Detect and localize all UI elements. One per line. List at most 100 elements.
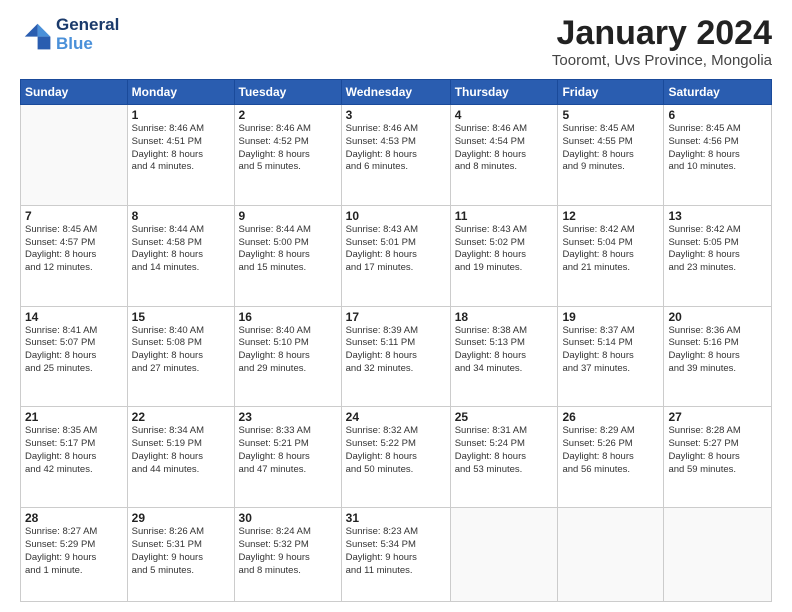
day-info: Sunrise: 8:40 AM Sunset: 5:10 PM Dayligh…: [239, 325, 337, 376]
day-info: Sunrise: 8:46 AM Sunset: 4:53 PM Dayligh…: [346, 123, 446, 174]
calendar-cell: 14Sunrise: 8:41 AM Sunset: 5:07 PM Dayli…: [21, 306, 128, 407]
day-info: Sunrise: 8:26 AM Sunset: 5:31 PM Dayligh…: [132, 526, 230, 577]
day-number: 15: [132, 310, 230, 324]
calendar-header-row: SundayMondayTuesdayWednesdayThursdayFrid…: [21, 80, 772, 105]
day-header-saturday: Saturday: [664, 80, 772, 105]
day-number: 9: [239, 209, 337, 223]
calendar-cell: [450, 508, 558, 602]
day-info: Sunrise: 8:45 AM Sunset: 4:56 PM Dayligh…: [668, 123, 767, 174]
day-info: Sunrise: 8:29 AM Sunset: 5:26 PM Dayligh…: [562, 425, 659, 476]
day-info: Sunrise: 8:35 AM Sunset: 5:17 PM Dayligh…: [25, 425, 123, 476]
calendar-cell: 17Sunrise: 8:39 AM Sunset: 5:11 PM Dayli…: [341, 306, 450, 407]
day-number: 24: [346, 410, 446, 424]
calendar-cell: [664, 508, 772, 602]
day-number: 28: [25, 511, 123, 525]
logo-icon: [20, 19, 52, 51]
day-number: 21: [25, 410, 123, 424]
day-number: 27: [668, 410, 767, 424]
calendar-cell: 3Sunrise: 8:46 AM Sunset: 4:53 PM Daylig…: [341, 105, 450, 206]
day-info: Sunrise: 8:45 AM Sunset: 4:57 PM Dayligh…: [25, 224, 123, 275]
calendar-cell: 11Sunrise: 8:43 AM Sunset: 5:02 PM Dayli…: [450, 205, 558, 306]
calendar-cell: 9Sunrise: 8:44 AM Sunset: 5:00 PM Daylig…: [234, 205, 341, 306]
calendar-cell: 21Sunrise: 8:35 AM Sunset: 5:17 PM Dayli…: [21, 407, 128, 508]
logo: General Blue: [20, 16, 119, 53]
day-info: Sunrise: 8:34 AM Sunset: 5:19 PM Dayligh…: [132, 425, 230, 476]
day-info: Sunrise: 8:33 AM Sunset: 5:21 PM Dayligh…: [239, 425, 337, 476]
calendar-cell: 20Sunrise: 8:36 AM Sunset: 5:16 PM Dayli…: [664, 306, 772, 407]
day-info: Sunrise: 8:43 AM Sunset: 5:01 PM Dayligh…: [346, 224, 446, 275]
calendar-cell: 10Sunrise: 8:43 AM Sunset: 5:01 PM Dayli…: [341, 205, 450, 306]
calendar-cell: 16Sunrise: 8:40 AM Sunset: 5:10 PM Dayli…: [234, 306, 341, 407]
day-header-thursday: Thursday: [450, 80, 558, 105]
calendar-cell: 23Sunrise: 8:33 AM Sunset: 5:21 PM Dayli…: [234, 407, 341, 508]
day-header-wednesday: Wednesday: [341, 80, 450, 105]
calendar-cell: 13Sunrise: 8:42 AM Sunset: 5:05 PM Dayli…: [664, 205, 772, 306]
day-info: Sunrise: 8:36 AM Sunset: 5:16 PM Dayligh…: [668, 325, 767, 376]
day-info: Sunrise: 8:44 AM Sunset: 4:58 PM Dayligh…: [132, 224, 230, 275]
day-info: Sunrise: 8:42 AM Sunset: 5:04 PM Dayligh…: [562, 224, 659, 275]
day-info: Sunrise: 8:37 AM Sunset: 5:14 PM Dayligh…: [562, 325, 659, 376]
week-row-4: 21Sunrise: 8:35 AM Sunset: 5:17 PM Dayli…: [21, 407, 772, 508]
day-number: 1: [132, 108, 230, 122]
calendar-cell: 2Sunrise: 8:46 AM Sunset: 4:52 PM Daylig…: [234, 105, 341, 206]
day-number: 10: [346, 209, 446, 223]
day-info: Sunrise: 8:38 AM Sunset: 5:13 PM Dayligh…: [455, 325, 554, 376]
week-row-2: 7Sunrise: 8:45 AM Sunset: 4:57 PM Daylig…: [21, 205, 772, 306]
day-number: 18: [455, 310, 554, 324]
calendar-cell: 29Sunrise: 8:26 AM Sunset: 5:31 PM Dayli…: [127, 508, 234, 602]
calendar-cell: [558, 508, 664, 602]
calendar-cell: 22Sunrise: 8:34 AM Sunset: 5:19 PM Dayli…: [127, 407, 234, 508]
week-row-3: 14Sunrise: 8:41 AM Sunset: 5:07 PM Dayli…: [21, 306, 772, 407]
day-number: 19: [562, 310, 659, 324]
calendar-cell: [21, 105, 128, 206]
day-number: 30: [239, 511, 337, 525]
calendar-cell: 25Sunrise: 8:31 AM Sunset: 5:24 PM Dayli…: [450, 407, 558, 508]
day-info: Sunrise: 8:46 AM Sunset: 4:51 PM Dayligh…: [132, 123, 230, 174]
calendar-cell: 28Sunrise: 8:27 AM Sunset: 5:29 PM Dayli…: [21, 508, 128, 602]
day-number: 4: [455, 108, 554, 122]
day-number: 16: [239, 310, 337, 324]
day-info: Sunrise: 8:40 AM Sunset: 5:08 PM Dayligh…: [132, 325, 230, 376]
week-row-5: 28Sunrise: 8:27 AM Sunset: 5:29 PM Dayli…: [21, 508, 772, 602]
day-info: Sunrise: 8:43 AM Sunset: 5:02 PM Dayligh…: [455, 224, 554, 275]
day-info: Sunrise: 8:42 AM Sunset: 5:05 PM Dayligh…: [668, 224, 767, 275]
day-info: Sunrise: 8:44 AM Sunset: 5:00 PM Dayligh…: [239, 224, 337, 275]
day-info: Sunrise: 8:24 AM Sunset: 5:32 PM Dayligh…: [239, 526, 337, 577]
day-number: 12: [562, 209, 659, 223]
day-number: 23: [239, 410, 337, 424]
day-number: 31: [346, 511, 446, 525]
calendar-cell: 26Sunrise: 8:29 AM Sunset: 5:26 PM Dayli…: [558, 407, 664, 508]
day-info: Sunrise: 8:45 AM Sunset: 4:55 PM Dayligh…: [562, 123, 659, 174]
calendar-cell: 27Sunrise: 8:28 AM Sunset: 5:27 PM Dayli…: [664, 407, 772, 508]
day-number: 11: [455, 209, 554, 223]
day-info: Sunrise: 8:31 AM Sunset: 5:24 PM Dayligh…: [455, 425, 554, 476]
day-info: Sunrise: 8:39 AM Sunset: 5:11 PM Dayligh…: [346, 325, 446, 376]
calendar-cell: 5Sunrise: 8:45 AM Sunset: 4:55 PM Daylig…: [558, 105, 664, 206]
calendar-cell: 30Sunrise: 8:24 AM Sunset: 5:32 PM Dayli…: [234, 508, 341, 602]
calendar-cell: 24Sunrise: 8:32 AM Sunset: 5:22 PM Dayli…: [341, 407, 450, 508]
day-number: 3: [346, 108, 446, 122]
day-number: 29: [132, 511, 230, 525]
calendar-cell: 6Sunrise: 8:45 AM Sunset: 4:56 PM Daylig…: [664, 105, 772, 206]
logo-text: General Blue: [56, 16, 119, 53]
day-info: Sunrise: 8:23 AM Sunset: 5:34 PM Dayligh…: [346, 526, 446, 577]
day-number: 8: [132, 209, 230, 223]
day-header-tuesday: Tuesday: [234, 80, 341, 105]
day-number: 25: [455, 410, 554, 424]
day-number: 6: [668, 108, 767, 122]
day-header-sunday: Sunday: [21, 80, 128, 105]
day-info: Sunrise: 8:32 AM Sunset: 5:22 PM Dayligh…: [346, 425, 446, 476]
calendar-table: SundayMondayTuesdayWednesdayThursdayFrid…: [20, 79, 772, 602]
day-number: 5: [562, 108, 659, 122]
calendar-cell: 12Sunrise: 8:42 AM Sunset: 5:04 PM Dayli…: [558, 205, 664, 306]
day-header-monday: Monday: [127, 80, 234, 105]
day-number: 26: [562, 410, 659, 424]
day-info: Sunrise: 8:46 AM Sunset: 4:54 PM Dayligh…: [455, 123, 554, 174]
day-header-friday: Friday: [558, 80, 664, 105]
page: General Blue January 2024 Tooromt, Uvs P…: [0, 0, 792, 612]
day-number: 7: [25, 209, 123, 223]
calendar-cell: 31Sunrise: 8:23 AM Sunset: 5:34 PM Dayli…: [341, 508, 450, 602]
month-title: January 2024: [552, 16, 772, 50]
calendar-cell: 1Sunrise: 8:46 AM Sunset: 4:51 PM Daylig…: [127, 105, 234, 206]
title-section: January 2024 Tooromt, Uvs Province, Mong…: [552, 16, 772, 69]
